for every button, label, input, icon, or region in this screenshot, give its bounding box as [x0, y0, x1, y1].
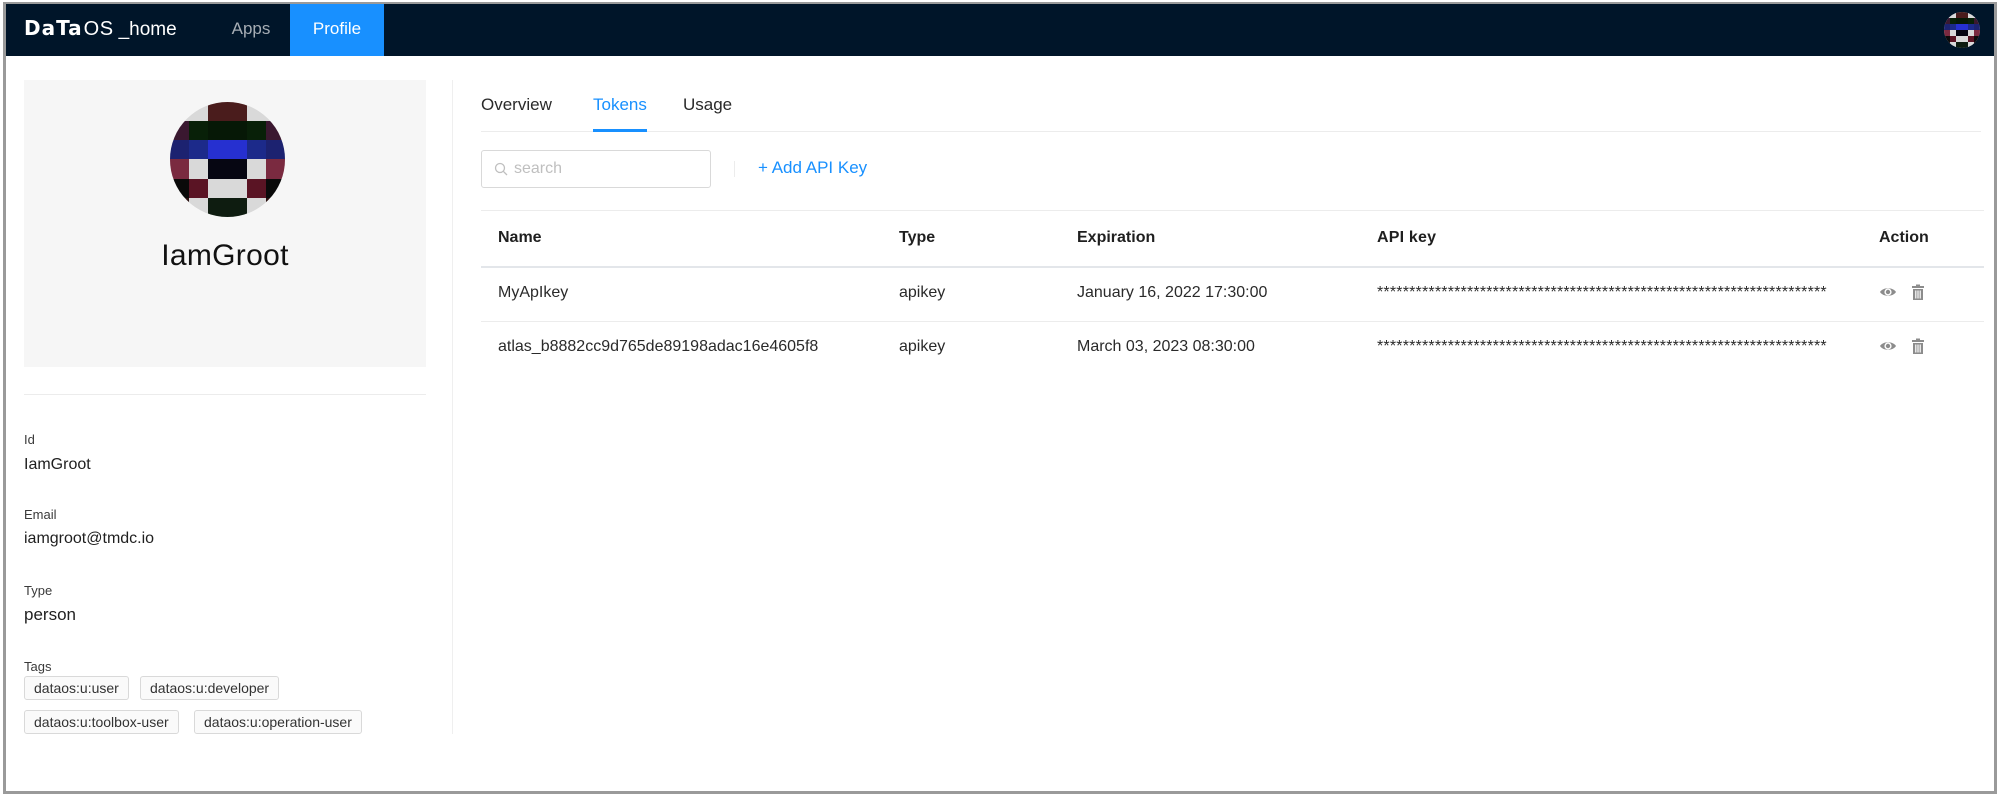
- identicon-cell: [246, 197, 266, 217]
- avatar-identicon: [170, 102, 285, 217]
- table-row: atlas_b8882cc9d765de89198adac16e4605f8 a…: [481, 322, 1984, 376]
- tag-chip: dataos:u:developer: [140, 676, 280, 700]
- identicon-cell: [170, 197, 190, 217]
- row-actions: [1879, 337, 1927, 355]
- token-name: atlas_b8882cc9d765de89198adac16e4605f8: [498, 338, 819, 355]
- identicon-cell: [246, 140, 266, 160]
- token-type: apikey: [899, 284, 946, 301]
- add-api-key-button[interactable]: + Add API Key: [758, 158, 867, 178]
- panel-divider: [452, 80, 453, 734]
- id-label: Id: [24, 432, 35, 447]
- column-header-expiration[interactable]: Expiration: [1077, 229, 1155, 247]
- user-avatar-menu[interactable]: [1944, 12, 1980, 48]
- search-input[interactable]: [514, 151, 704, 187]
- profile-tabs: Overview Tokens Usage: [481, 80, 1981, 132]
- identicon-cell: [227, 197, 247, 217]
- search-field: [481, 150, 711, 188]
- identicon-cell: [208, 102, 228, 122]
- identicon-cell: [208, 121, 228, 141]
- avatar-identicon: [1944, 12, 1980, 48]
- id-value: IamGroot: [24, 456, 91, 473]
- token-api-key-masked: ****************************************…: [1377, 338, 1827, 355]
- identicon-cell: [227, 102, 247, 122]
- identicon-cell: [189, 159, 209, 179]
- column-header-name[interactable]: Name: [498, 229, 542, 247]
- identicon-cell: [265, 178, 285, 198]
- logo-text-bold: DaTa: [24, 16, 83, 40]
- row-actions: [1879, 283, 1927, 301]
- active-tab-indicator: [593, 129, 647, 132]
- profile-divider: [24, 394, 426, 395]
- nav-item-profile[interactable]: Profile: [290, 4, 384, 56]
- token-name: MyApIkey: [498, 284, 569, 301]
- identicon-cell: [265, 159, 285, 179]
- tag-chip: dataos:u:user: [24, 676, 129, 700]
- delete-icon[interactable]: [1909, 283, 1927, 301]
- app-window: DaTa OS _home Apps Profile IamGroot Id I…: [3, 2, 1997, 794]
- tags-label: Tags: [24, 659, 52, 674]
- tab-tokens[interactable]: Tokens: [593, 95, 647, 115]
- tab-usage[interactable]: Usage: [683, 95, 732, 115]
- identicon-cell: [189, 121, 209, 141]
- top-navbar: DaTa OS _home Apps Profile: [6, 4, 1994, 56]
- identicon-cell: [1974, 42, 1980, 48]
- identicon-cell: [189, 178, 209, 198]
- identicon-cell: [265, 121, 285, 141]
- delete-icon[interactable]: [1909, 337, 1927, 355]
- identicon-cell: [208, 178, 228, 198]
- table-header: Name Type Expiration API key Action: [481, 210, 1984, 268]
- identicon-cell: [227, 178, 247, 198]
- identicon-cell: [227, 159, 247, 179]
- column-header-action: Action: [1879, 229, 1929, 246]
- nav-item-apps[interactable]: Apps: [211, 4, 291, 56]
- profile-avatar: [170, 102, 285, 217]
- token-type: apikey: [899, 338, 946, 355]
- token-api-key-masked: ****************************************…: [1377, 284, 1827, 301]
- column-header-api-key[interactable]: API key: [1377, 229, 1832, 247]
- toolbar-separator: [734, 161, 735, 177]
- identicon-cell: [189, 197, 209, 217]
- logo-text-light: OS: [83, 18, 114, 40]
- identicon-cell: [246, 159, 266, 179]
- identicon-cell: [208, 197, 228, 217]
- profile-card: IamGroot: [24, 80, 426, 367]
- table-row: MyApIkey apikey January 16, 2022 17:30:0…: [481, 268, 1984, 322]
- identicon-cell: [170, 102, 190, 122]
- view-icon[interactable]: [1879, 337, 1897, 355]
- identicon-cell: [170, 178, 190, 198]
- identicon-cell: [170, 121, 190, 141]
- identicon-cell: [170, 159, 190, 179]
- identicon-cell: [265, 140, 285, 160]
- identicon-cell: [189, 140, 209, 160]
- identicon-cell: [227, 140, 247, 160]
- identicon-cell: [246, 121, 266, 141]
- identicon-cell: [208, 159, 228, 179]
- tag-chip: dataos:u:operation-user: [194, 710, 362, 734]
- tokens-table: Name Type Expiration API key Action MyAp…: [481, 210, 1984, 376]
- identicon-cell: [246, 178, 266, 198]
- type-label: Type: [24, 583, 53, 598]
- identicon-cell: [189, 102, 209, 122]
- column-header-type[interactable]: Type: [899, 229, 935, 247]
- identicon-cell: [208, 140, 228, 160]
- email-label: Email: [24, 507, 57, 522]
- token-expiration: March 03, 2023 08:30:00: [1077, 338, 1255, 355]
- identicon-cell: [265, 197, 285, 217]
- tab-overview[interactable]: Overview: [481, 95, 552, 115]
- search-icon: [494, 162, 508, 176]
- type-value: person: [24, 605, 76, 624]
- identicon-cell: [170, 140, 190, 160]
- identicon-cell: [227, 121, 247, 141]
- identicon-cell: [265, 102, 285, 122]
- token-expiration: January 16, 2022 17:30:00: [1077, 284, 1268, 301]
- view-icon[interactable]: [1879, 283, 1897, 301]
- profile-display-name: IamGroot: [161, 239, 289, 272]
- dataos-logo[interactable]: DaTa OS _home: [24, 16, 177, 44]
- logo-text-home: _home: [118, 19, 177, 40]
- email-value: iamgroot@tmdc.io: [24, 530, 155, 547]
- identicon-cell: [246, 102, 266, 122]
- tag-chip: dataos:u:toolbox-user: [24, 710, 179, 734]
